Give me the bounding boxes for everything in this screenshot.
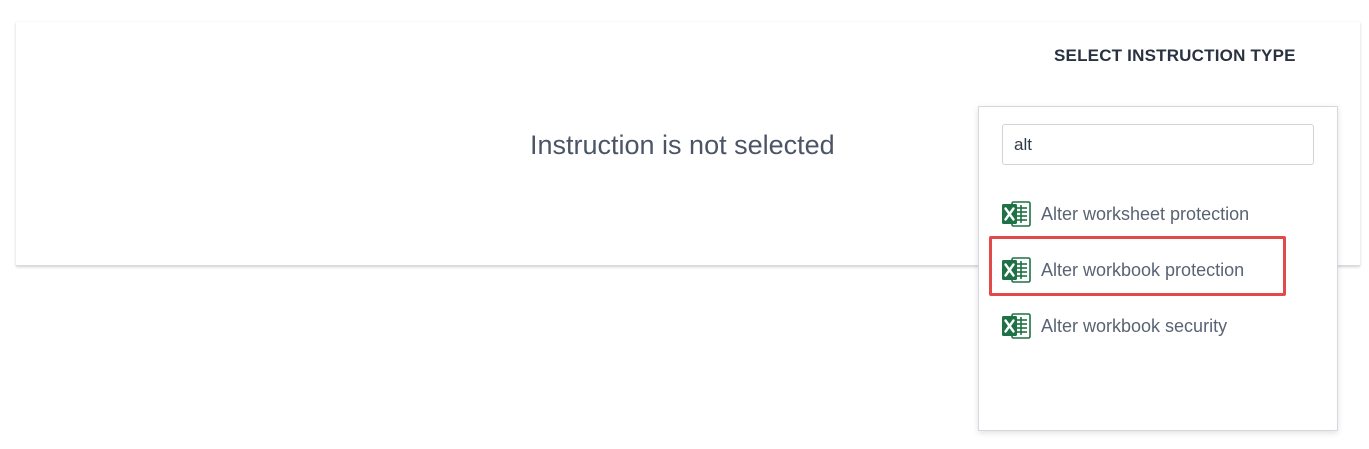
excel-icon (1001, 256, 1031, 284)
option-alter-workbook-security[interactable]: Alter workbook security (1001, 310, 1227, 342)
instruction-search-input[interactable] (1002, 124, 1314, 165)
option-label: Alter worksheet protection (1041, 203, 1250, 224)
excel-icon (1001, 312, 1031, 340)
option-label: Alter workbook security (1041, 315, 1228, 336)
option-label: Alter workbook protection (1041, 259, 1245, 280)
option-alter-workbook-protection[interactable]: Alter workbook protection (1001, 254, 1244, 286)
empty-state-message: Instruction is not selected (530, 130, 835, 160)
option-alter-worksheet-protection[interactable]: Alter worksheet protection (1001, 198, 1249, 230)
instruction-type-dropdown: Alter worksheet protection Alter workboo… (978, 106, 1338, 431)
select-instruction-type-title: SELECT INSTRUCTION TYPE (1054, 46, 1296, 65)
excel-icon (1001, 200, 1031, 228)
